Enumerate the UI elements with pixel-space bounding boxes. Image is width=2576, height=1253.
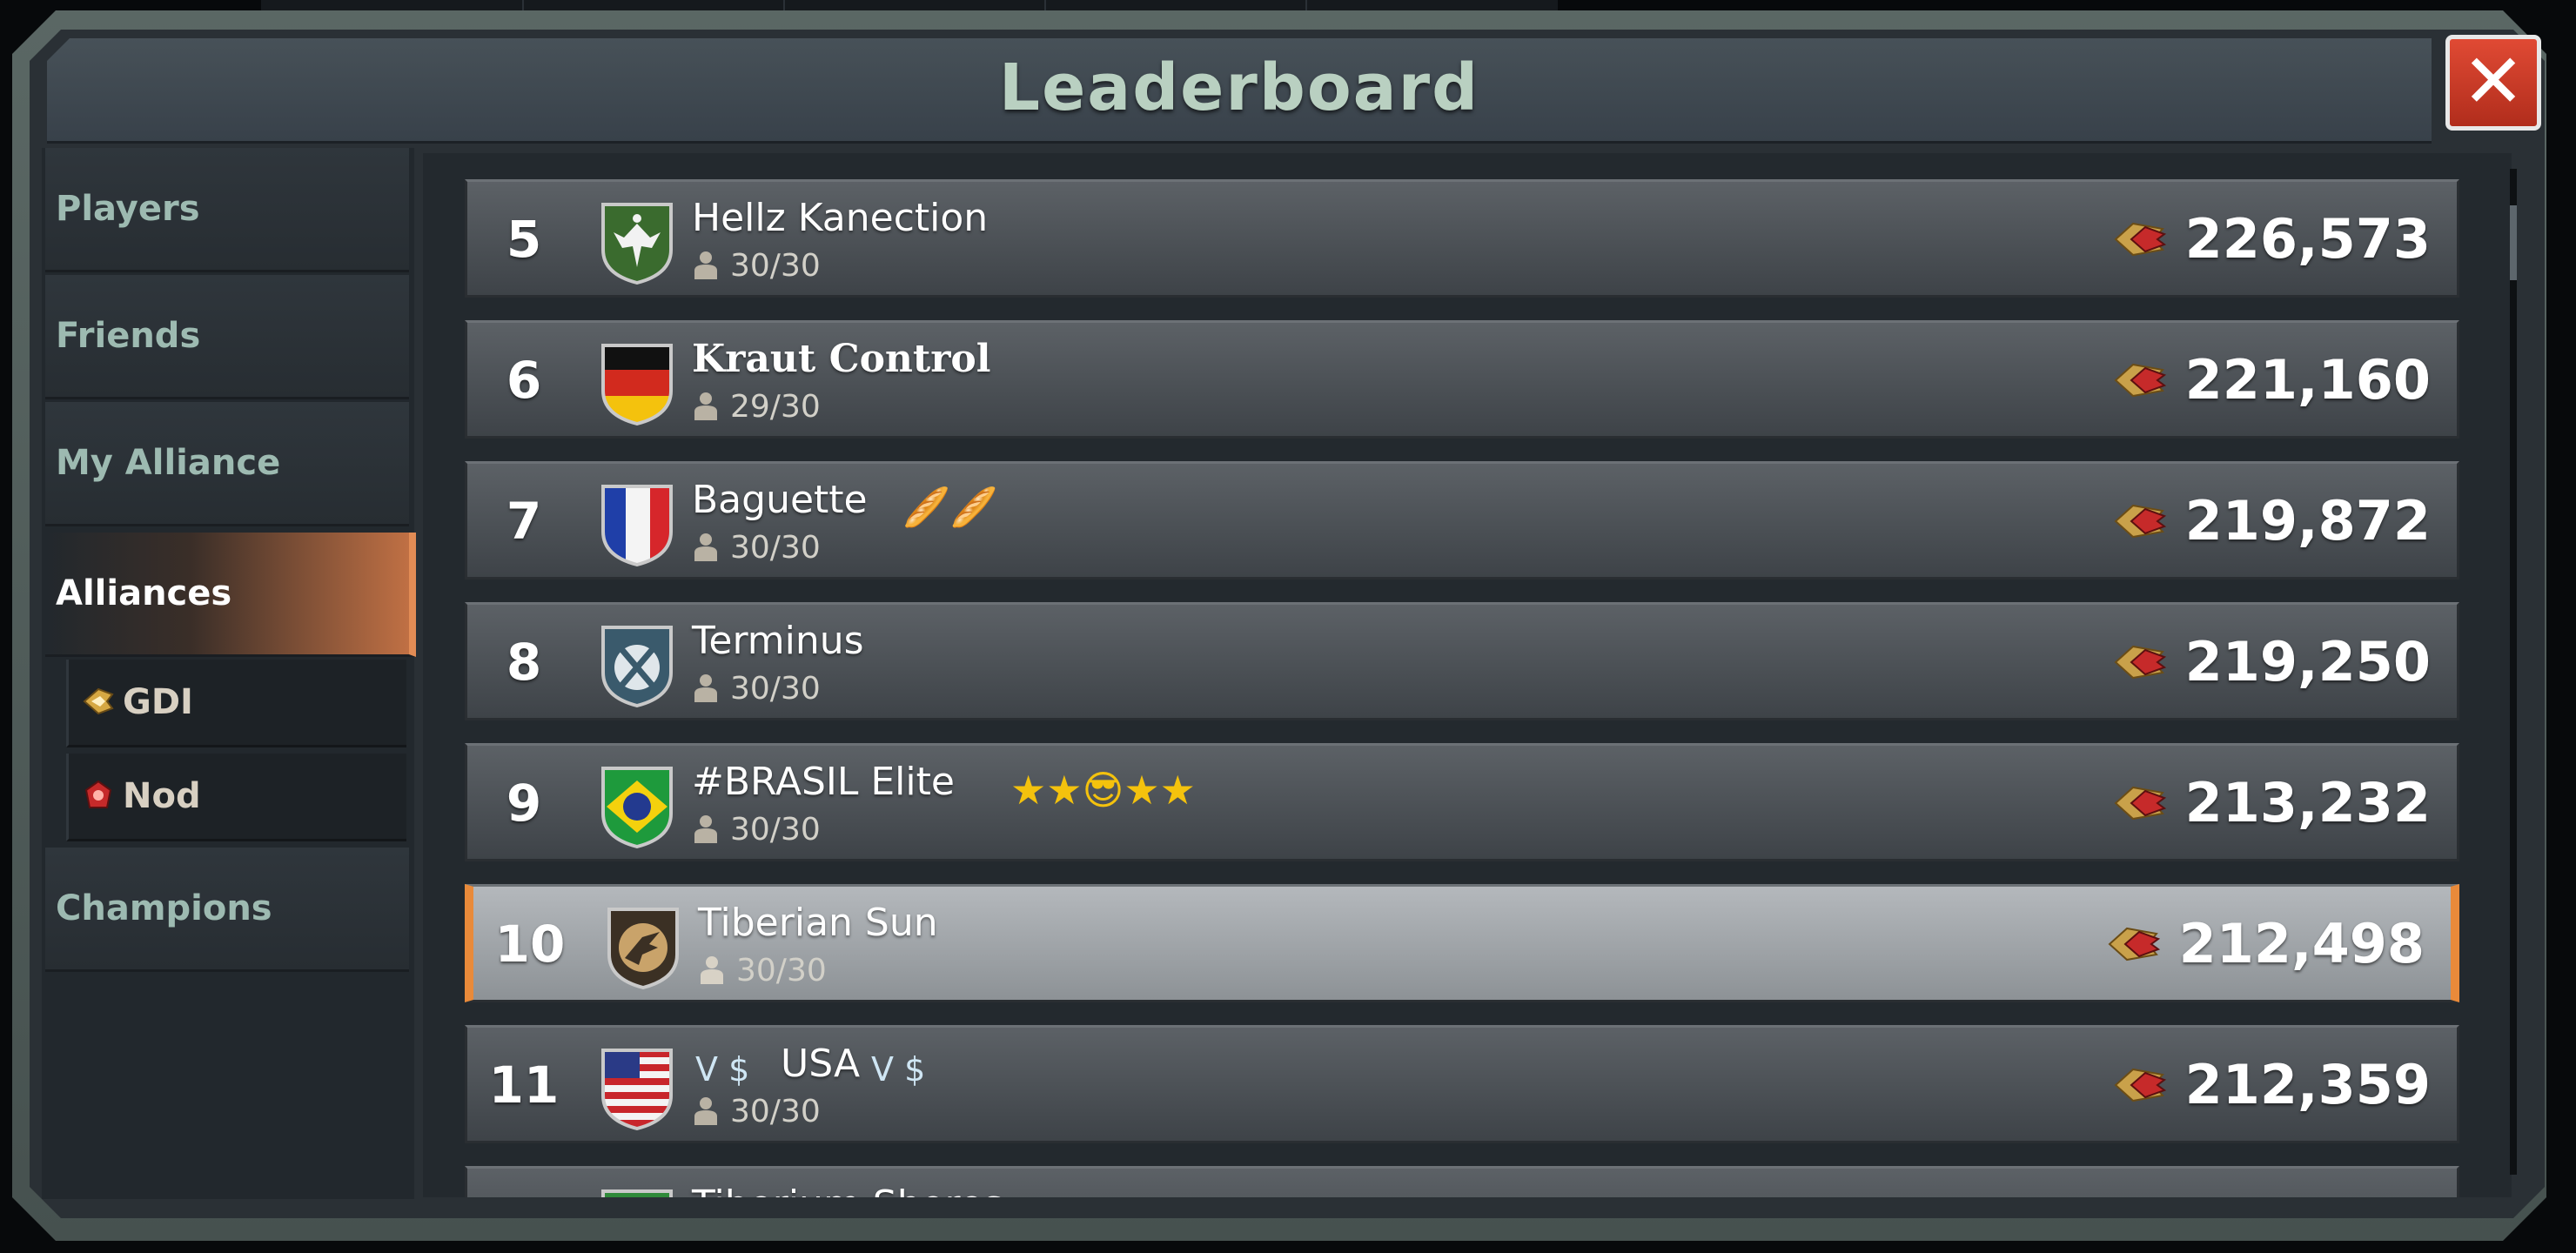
alliance-score: 226,573 [2184,207,2431,271]
alliance-name: Baguette [692,478,868,522]
person-icon [694,674,717,702]
person-icon [701,956,723,984]
green-emblem-icon [601,1189,673,1197]
member-count-text: 30/30 [730,530,821,566]
alliance-score: 219,872 [2184,489,2431,553]
sidebar-item-label: Alliances [56,573,232,613]
sidebar: Players Friends My Alliance Alliances GD… [42,148,416,1199]
score-medal-icon [2114,363,2167,398]
alliance-score: 212,359 [2184,1053,2431,1116]
alliance-name: Hellz Kanection [692,196,989,240]
name-emoji-suffix: ★★😎★★ [1010,767,1196,814]
sidebar-subitem-gdi[interactable]: GDI [66,660,406,747]
sidebar-item-friends[interactable]: Friends [45,275,409,399]
person-icon [694,251,717,279]
person-icon [694,1097,717,1125]
leaderboard-row[interactable]: 5 Hellz Kanection 30/30 226,573 [465,179,2459,298]
alliance-name: Terminus [692,619,864,663]
leaderboard-row[interactable]: 7 Baguette 🥖🥖 30/30 219,872 [465,461,2459,580]
alliance-score: 221,160 [2184,348,2431,412]
score-medal-icon [2108,927,2161,962]
rank-number: 8 [506,633,542,692]
brazil-flag-icon [601,767,673,848]
member-count-text: 30/30 [730,671,821,707]
leaderboard-row[interactable]: 6 Kraut Control 29/30 221,160 [465,320,2459,439]
name-emoji-suffix: 🥖🥖 [902,486,998,530]
sidebar-item-my-alliance[interactable]: My Alliance [45,402,409,526]
score-medal-icon [2114,786,2167,821]
sidebar-subitem-label: Nod [123,776,201,816]
alliance-score: 219,250 [2184,630,2431,694]
rank-number: 11 [488,1055,560,1115]
leaderboard-row-highlighted[interactable]: 10 Tiberian Sun 30/30 212,498 [465,884,2459,1002]
close-icon: ✕ [2461,38,2526,125]
name-decor-suffix: V $ [871,1050,926,1089]
usa-flag-icon [601,1049,673,1130]
score-medal-icon [2114,645,2167,680]
alliance-score: 212,498 [2178,912,2425,975]
rank-number: 5 [506,210,542,269]
member-count-text: 30/30 [736,953,827,988]
leaderboard-row[interactable]: 11 V $ USA V $ 30/30 212,359 [465,1025,2459,1143]
gdi-faction-icon [83,687,114,715]
member-count-text: 30/30 [730,812,821,848]
sidebar-item-label: My Alliance [56,443,281,483]
germany-flag-icon [601,344,673,425]
rank-number: 7 [506,492,542,551]
alliance-name: #BRASIL Elite [692,760,955,804]
title-bar: Leaderboard [47,38,2432,144]
name-decor-prefix: V $ [695,1050,750,1089]
leaderboard-list[interactable]: 5 Hellz Kanection 30/30 226,573 6 Kraut … [423,153,2512,1197]
sidebar-subitem-label: GDI [123,682,193,722]
rank-number: 12 [467,1169,580,1197]
close-button[interactable]: ✕ [2445,35,2541,131]
nod-faction-icon [84,780,112,808]
alliance-name: Tiberian Sun [698,901,938,945]
member-count-text: 30/30 [730,1094,821,1129]
hawk-emblem-icon [607,908,679,989]
france-flag-icon [601,485,673,566]
sidebar-item-players[interactable]: Players [45,148,409,272]
score-medal-icon [2114,222,2167,257]
scrollbar-track[interactable] [2510,169,2517,1175]
alliance-name: Tiberium Shores [692,1183,1003,1197]
leaderboard-row[interactable]: 9 #BRASIL Elite ★★😎★★ 30/30 213,232 [465,743,2459,861]
page-title: Leaderboard [998,50,1480,125]
sidebar-item-label: Friends [56,316,201,356]
scrollbar-thumb[interactable] [2510,205,2517,280]
rank-number: 9 [506,774,542,833]
alliance-score: 213,232 [2184,771,2431,834]
sidebar-item-alliances[interactable]: Alliances [45,533,416,657]
alliance-name: USA [781,1042,861,1086]
sidebar-subitem-nod[interactable]: Nod [66,754,406,841]
crossed-swords-emblem-icon [601,626,673,707]
score-medal-icon [2114,504,2167,539]
eagle-emblem-icon [601,203,673,285]
score-medal-icon [2114,1068,2167,1102]
person-icon [694,815,717,843]
member-count-text: 29/30 [730,389,821,425]
member-count-text: 30/30 [730,248,821,284]
person-icon [694,533,717,561]
sidebar-item-label: Champions [56,888,272,928]
sidebar-item-label: Players [56,189,200,229]
leaderboard-row[interactable]: 8 Terminus 30/30 219,250 [465,602,2459,720]
sidebar-item-champions[interactable]: Champions [45,848,409,972]
leaderboard-row-partial[interactable]: 12 Tiberium Shores [465,1166,2459,1197]
alliance-name: Kraut Control [692,337,991,381]
rank-number: 6 [506,351,542,410]
rank-number: 10 [494,915,566,974]
person-icon [694,392,717,420]
